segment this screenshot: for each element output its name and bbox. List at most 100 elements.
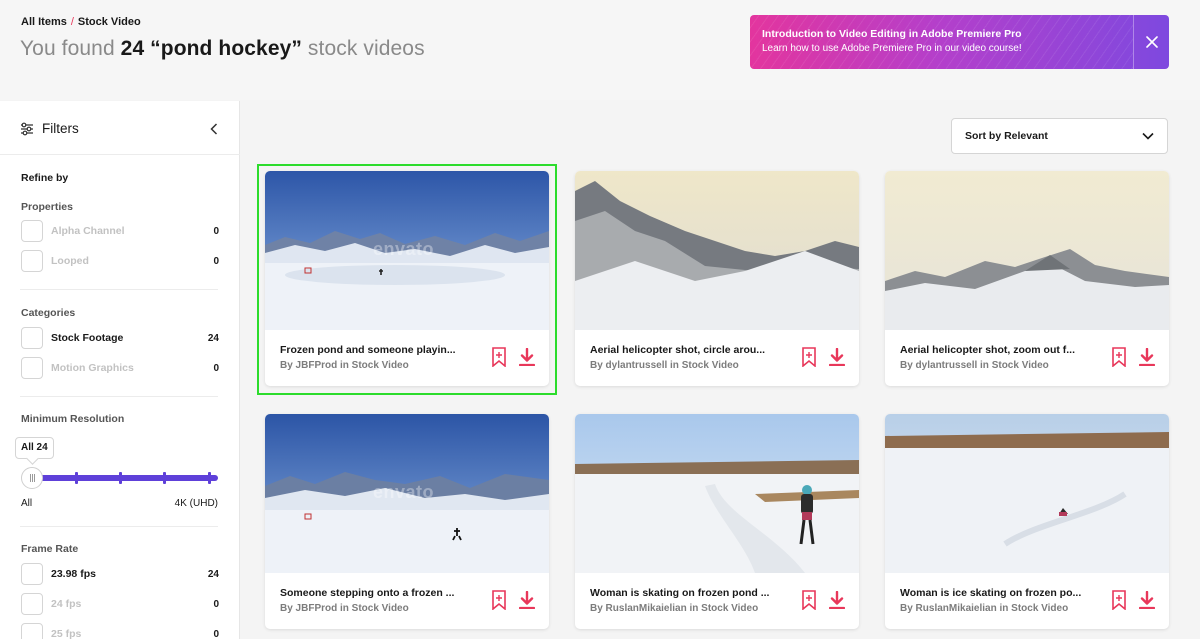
- bookmark-add-icon[interactable]: [491, 590, 507, 610]
- video-author: By RuslanMikaielian in Stock Video: [900, 603, 1069, 614]
- filter-count: 0: [213, 256, 219, 267]
- checkbox[interactable]: [21, 220, 43, 242]
- checkbox[interactable]: [21, 563, 43, 585]
- close-icon: [1145, 36, 1158, 48]
- search-query: “pond hockey”: [150, 37, 302, 60]
- video-title[interactable]: Aerial helicopter shot, circle arou...: [590, 344, 765, 356]
- filter-label: Motion Graphics: [51, 362, 134, 374]
- filter-count: 0: [213, 599, 219, 610]
- filter-count: 0: [213, 226, 219, 237]
- slider-min-label: All: [21, 498, 33, 509]
- video-thumbnail[interactable]: [575, 171, 859, 330]
- video-thumbnail[interactable]: [885, 171, 1169, 330]
- filters-sidebar: Filters Refine by Properties Alpha Chann…: [0, 101, 240, 639]
- filter-count: 24: [207, 569, 219, 580]
- download-icon[interactable]: [519, 591, 535, 609]
- title-prefix: You found: [20, 37, 121, 60]
- slider-tick: [119, 472, 122, 484]
- chevron-left-icon: [210, 123, 218, 135]
- resolution-slider-track[interactable]: [32, 475, 218, 481]
- sort-dropdown[interactable]: Sort by Relevant: [951, 118, 1168, 154]
- bookmark-add-icon[interactable]: [801, 590, 817, 610]
- video-thumbnail[interactable]: [885, 414, 1169, 573]
- breadcrumb-all-items[interactable]: All Items: [21, 16, 67, 28]
- filter-count: 0: [213, 629, 219, 639]
- bookmark-add-icon[interactable]: [801, 347, 817, 367]
- video-thumbnail[interactable]: [575, 414, 859, 573]
- promo-subtitle: Learn how to use Adobe Premiere Pro in o…: [762, 43, 1022, 54]
- filter-23-98-fps[interactable]: 23.98 fps 24: [21, 563, 219, 585]
- filter-label: 24 fps: [51, 598, 82, 610]
- watermark: envato: [373, 482, 435, 502]
- download-icon[interactable]: [519, 348, 535, 366]
- properties-heading: Properties: [21, 201, 73, 213]
- filters-title: Filters: [42, 121, 79, 136]
- checkbox[interactable]: [21, 327, 43, 349]
- title-suffix: stock videos: [302, 37, 425, 60]
- breadcrumb-separator: /: [70, 16, 74, 28]
- bookmark-add-icon[interactable]: [491, 347, 507, 367]
- filter-label: 23.98 fps: [51, 568, 96, 580]
- checkbox[interactable]: [21, 250, 43, 272]
- download-icon[interactable]: [829, 348, 845, 366]
- categories-heading: Categories: [21, 307, 76, 319]
- video-title[interactable]: Frozen pond and someone playin...: [280, 344, 456, 356]
- video-author: By JBFProd in Stock Video: [280, 603, 409, 614]
- checkbox[interactable]: [21, 593, 43, 615]
- download-icon[interactable]: [1139, 591, 1155, 609]
- video-card[interactable]: Aerial helicopter shot, circle arou... B…: [575, 171, 859, 386]
- watermark: envato: [373, 239, 435, 259]
- collapse-filters-button[interactable]: [206, 121, 222, 137]
- video-card[interactable]: Woman is ice skating on frozen po... By …: [885, 414, 1169, 629]
- bookmark-add-icon[interactable]: [1111, 347, 1127, 367]
- slider-tick: [208, 472, 211, 484]
- filter-count: 24: [207, 333, 219, 344]
- video-thumbnail[interactable]: envato: [265, 414, 549, 573]
- result-count: 24: [120, 37, 145, 60]
- video-title[interactable]: Woman is ice skating on frozen po...: [900, 587, 1081, 599]
- sort-label: Sort by Relevant: [965, 130, 1048, 142]
- slider-max-label: 4K (UHD): [174, 498, 218, 509]
- download-icon[interactable]: [829, 591, 845, 609]
- video-author: By JBFProd in Stock Video: [280, 360, 409, 371]
- video-card[interactable]: Woman is skating on frozen pond ... By R…: [575, 414, 859, 629]
- divider: [20, 526, 218, 527]
- filter-24-fps[interactable]: 24 fps 0: [21, 593, 219, 615]
- promo-banner[interactable]: Introduction to Video Editing in Adobe P…: [750, 15, 1169, 69]
- video-card[interactable]: envato Frozen pond and someone playin...…: [265, 171, 549, 386]
- slider-tooltip: All 24: [15, 437, 54, 459]
- divider: [20, 289, 218, 290]
- bookmark-add-icon[interactable]: [1111, 590, 1127, 610]
- refine-by-heading: Refine by: [21, 172, 69, 184]
- checkbox[interactable]: [21, 357, 43, 379]
- resolution-slider-handle[interactable]: [21, 467, 43, 489]
- filter-looped[interactable]: Looped 0: [21, 250, 219, 272]
- video-title[interactable]: Woman is skating on frozen pond ...: [590, 587, 769, 599]
- filter-label: Alpha Channel: [51, 225, 125, 237]
- chevron-down-icon: [1142, 132, 1154, 140]
- slider-tick: [163, 472, 166, 484]
- page-title: You found 24 “pond hockey” stock videos: [20, 37, 425, 61]
- breadcrumb: All Items / Stock Video: [21, 16, 141, 28]
- filter-motion-graphics[interactable]: Motion Graphics 0: [21, 357, 219, 379]
- filter-count: 0: [213, 363, 219, 374]
- video-title[interactable]: Someone stepping onto a frozen ...: [280, 587, 454, 599]
- video-card[interactable]: Aerial helicopter shot, zoom out f... By…: [885, 171, 1169, 386]
- filter-label: Stock Footage: [51, 332, 124, 344]
- download-icon[interactable]: [1139, 348, 1155, 366]
- slider-tick: [75, 472, 78, 484]
- promo-close-button[interactable]: [1133, 15, 1169, 69]
- video-author: By dylantrussell in Stock Video: [900, 360, 1049, 371]
- filter-alpha-channel[interactable]: Alpha Channel 0: [21, 220, 219, 242]
- filter-25-fps[interactable]: 25 fps 0: [21, 623, 219, 639]
- divider: [20, 396, 218, 397]
- filter-stock-footage[interactable]: Stock Footage 24: [21, 327, 219, 349]
- checkbox[interactable]: [21, 623, 43, 639]
- video-title[interactable]: Aerial helicopter shot, zoom out f...: [900, 344, 1075, 356]
- resolution-heading: Minimum Resolution: [21, 413, 125, 425]
- video-card[interactable]: envato Someone stepping onto a frozen ..…: [265, 414, 549, 629]
- video-thumbnail[interactable]: envato: [265, 171, 549, 330]
- filter-label: 25 fps: [51, 628, 82, 639]
- frame-rate-heading: Frame Rate: [21, 543, 79, 555]
- breadcrumb-stock-video[interactable]: Stock Video: [78, 16, 141, 28]
